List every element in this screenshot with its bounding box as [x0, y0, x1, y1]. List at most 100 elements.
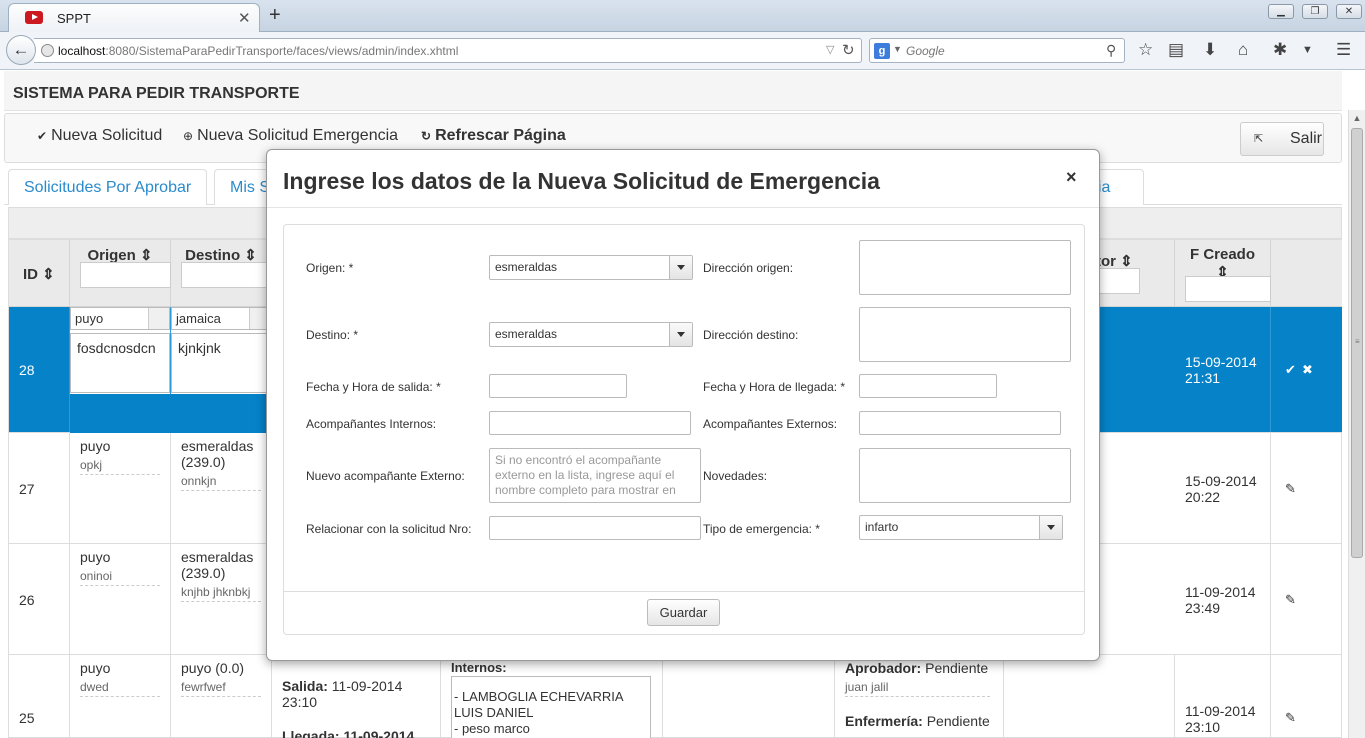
search-placeholder: Google: [906, 44, 945, 58]
browser-tab[interactable]: SPPT ✕: [8, 3, 260, 32]
edit-icon[interactable]: ✎: [1285, 481, 1296, 497]
fecha-salida-label: Fecha y Hora de salida: *: [306, 380, 441, 394]
new-tab-icon[interactable]: +: [269, 4, 281, 27]
nueva-emergencia-dialog: Ingrese los datos de la Nueva Solicitud …: [266, 149, 1100, 661]
header-actions: [1271, 240, 1342, 307]
scroll-up-icon[interactable]: ▲: [1349, 110, 1365, 126]
chevron-down-icon: [669, 323, 692, 346]
minimize-window-icon[interactable]: ▁: [1268, 4, 1294, 19]
plus-circle-icon: ⊕: [183, 129, 194, 143]
browser-tab-title: SPPT: [57, 11, 91, 26]
f-creado-filter-input[interactable]: [1185, 276, 1271, 302]
nuevo-acompanante-textarea[interactable]: Si no encontró el acompañante externo en…: [489, 448, 701, 503]
relacionar-label: Relacionar con la solicitud Nro:: [306, 522, 472, 536]
search-engine-dropdown-icon[interactable]: ▼: [893, 44, 902, 54]
sort-icon: ⇕: [42, 266, 55, 283]
chevron-down-icon: [1039, 516, 1062, 539]
close-window-icon[interactable]: ✕: [1336, 4, 1362, 19]
destino-dir-input[interactable]: kjnkjnk: [171, 333, 271, 393]
logout-icon: ⇱: [1254, 133, 1264, 145]
novedades-textarea[interactable]: [859, 448, 1071, 503]
addon-icon[interactable]: ✱: [1273, 40, 1287, 60]
menu-icon[interactable]: ☰: [1336, 40, 1351, 60]
url-dropdown-icon[interactable]: ▽: [826, 43, 834, 56]
search-icon[interactable]: ⚲: [1106, 42, 1116, 59]
guardar-button[interactable]: Guardar: [647, 599, 720, 626]
destino-select[interactable]: esmeraldas: [489, 322, 693, 347]
row-id: 28: [19, 362, 35, 378]
tipo-emergencia-label: Tipo de emergencia: *: [703, 522, 820, 536]
scroll-thumb[interactable]: ≡: [1351, 128, 1363, 558]
origen-select[interactable]: esmeraldas: [489, 255, 693, 280]
tipo-emergencia-select[interactable]: infarto: [859, 515, 1063, 540]
origen-select[interactable]: puyo: [70, 307, 170, 330]
fecha-llegada-input[interactable]: [859, 374, 997, 398]
destino-filter-input[interactable]: [181, 262, 272, 288]
refrescar-menu-item[interactable]: ↻ Refrescar Página: [421, 127, 566, 145]
close-dialog-icon[interactable]: ×: [1066, 167, 1077, 188]
origen-filter-input[interactable]: [80, 262, 171, 288]
browser-tab-bar: SPPT ✕ + ▁ ❐ ✕: [0, 0, 1365, 32]
home-icon[interactable]: ⌂: [1238, 40, 1248, 60]
table-row[interactable]: 25 puyo dwed puyo (0.0) fewrfwef Salida:…: [9, 655, 1342, 738]
destino-label: Destino: *: [306, 328, 359, 342]
direccion-destino-label: Dirección destino:: [703, 328, 799, 342]
edit-icon[interactable]: ✎: [1285, 710, 1296, 726]
origen-label: Origen: *: [306, 261, 354, 275]
destino-select[interactable]: jamaica: [171, 307, 271, 330]
app-header: SISTEMA PARA PEDIR TRANSPORTE: [4, 71, 1342, 111]
approve-icon[interactable]: ✔: [1285, 362, 1296, 378]
edit-icon[interactable]: ✎: [1285, 592, 1296, 608]
url-text: localhost:8080/SistemaParaPedirTransport…: [58, 44, 459, 58]
fecha-llegada-label: Fecha y Hora de llegada: *: [703, 380, 846, 394]
acompanantes-externos-input[interactable]: [859, 411, 1061, 435]
acompanantes-internos-label: Acompañantes Internos:: [306, 417, 437, 431]
dialog-title: Ingrese los datos de la Nueva Solicitud …: [283, 168, 880, 194]
refresh-icon: ↻: [421, 129, 432, 143]
restore-window-icon[interactable]: ❐: [1302, 4, 1328, 19]
direccion-destino-textarea[interactable]: [859, 307, 1071, 362]
search-bar[interactable]: g ▼ Google ⚲: [869, 38, 1125, 63]
google-icon: g: [874, 43, 890, 59]
addon-dropdown-icon[interactable]: ▼: [1302, 44, 1313, 56]
bookmark-star-icon[interactable]: ☆: [1138, 40, 1153, 60]
aprobador-filter-input[interactable]: [1096, 268, 1140, 294]
url-bar[interactable]: localhost:8080/SistemaParaPedirTransport…: [34, 38, 862, 63]
header-origen[interactable]: Origen ⇕: [70, 240, 171, 307]
check-icon: ✔: [37, 129, 48, 143]
youtube-icon: [25, 11, 43, 24]
header-destino[interactable]: Destino ⇕: [171, 240, 272, 307]
origen-dir-input[interactable]: fosdcnosdcn: [70, 333, 170, 393]
back-button[interactable]: ←: [6, 35, 36, 65]
direccion-origen-textarea[interactable]: [859, 240, 1071, 295]
direccion-origen-label: Dirección origen:: [703, 261, 794, 275]
internos-list: - LAMBOGLIA ECHEVARRIA LUIS DANIEL - peso …: [451, 676, 651, 738]
nueva-solicitud-menu-item[interactable]: ✔ Nueva Solicitud: [37, 127, 162, 145]
tab-solicitudes-por-aprobar[interactable]: Solicitudes Por Aprobar: [8, 169, 208, 205]
nueva-emergencia-menu-item[interactable]: ⊕ Nueva Solicitud Emergencia: [183, 127, 398, 145]
emergency-form: Origen: * esmeraldas Dirección origen: D…: [283, 224, 1085, 635]
chevron-down-icon: [669, 256, 692, 279]
relacionar-input[interactable]: [489, 516, 701, 540]
fecha-salida-input[interactable]: [489, 374, 627, 398]
download-icon[interactable]: ⬇: [1203, 40, 1217, 60]
acompanantes-externos-label: Acompañantes Externos:: [703, 417, 838, 431]
reload-icon[interactable]: ↻: [842, 41, 855, 59]
novedades-label: Novedades:: [703, 469, 768, 483]
reading-list-icon[interactable]: ▤: [1168, 40, 1184, 60]
acompanantes-internos-input[interactable]: [489, 411, 691, 435]
divider: [267, 207, 1099, 208]
salir-button[interactable]: ⇱ Salir: [1240, 122, 1324, 156]
nuevo-acompanante-label: Nuevo acompañante Externo:: [306, 469, 465, 483]
app-title: SISTEMA PARA PEDIR TRANSPORTE: [13, 85, 300, 102]
header-f-creado[interactable]: F Creado ⇕: [1175, 240, 1271, 307]
divider: [284, 591, 1084, 592]
back-arrow-icon: ←: [12, 40, 30, 59]
close-tab-icon[interactable]: ✕: [238, 9, 251, 27]
dropdown-icon: [148, 308, 169, 329]
globe-icon: [41, 44, 54, 57]
page-scrollbar[interactable]: ▲ ≡: [1348, 110, 1365, 738]
reject-icon[interactable]: ✖: [1302, 362, 1313, 378]
browser-nav-bar: localhost:8080/SistemaParaPedirTransport…: [0, 32, 1365, 70]
header-id[interactable]: ID ⇕: [9, 240, 70, 307]
